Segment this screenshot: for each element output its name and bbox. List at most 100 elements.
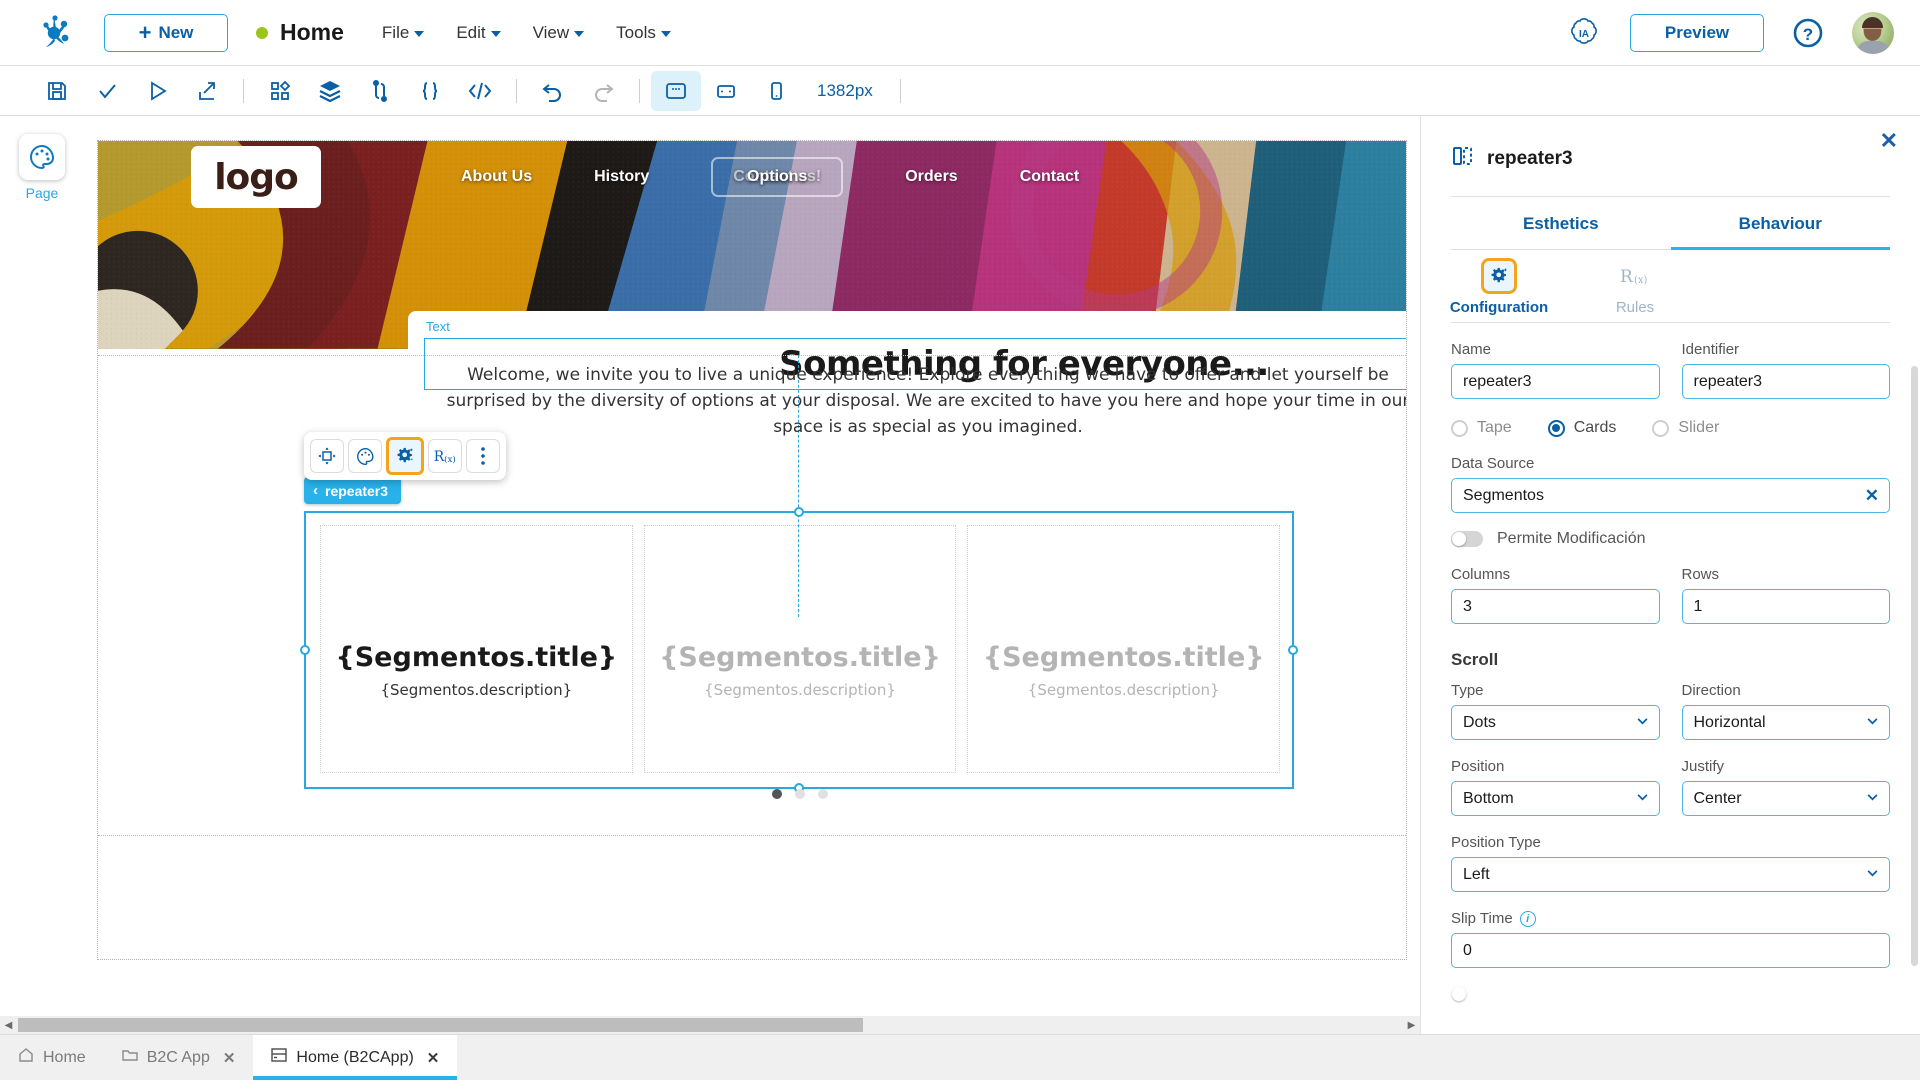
sidebar-item-page[interactable]: Page: [0, 134, 84, 201]
subtab-rules[interactable]: R (x) Rules: [1587, 258, 1683, 322]
radio-slider[interactable]: Slider: [1652, 419, 1719, 437]
code-icon[interactable]: [455, 71, 505, 111]
nav-link-about-us[interactable]: About Us: [461, 168, 532, 186]
panel-scrollbar[interactable]: [1911, 366, 1918, 966]
menu-tools[interactable]: Tools: [616, 23, 671, 43]
svg-text:(x): (x): [444, 454, 456, 465]
carousel-dot-2[interactable]: [795, 789, 805, 799]
type-select[interactable]: [1451, 705, 1660, 740]
menu-edit[interactable]: Edit: [456, 23, 501, 43]
nav-link-orders[interactable]: Orders: [905, 168, 957, 186]
repeater-breadcrumb-chip[interactable]: ‹ repeater3: [304, 477, 402, 504]
components-icon[interactable]: [255, 71, 305, 111]
nav-link-contact[interactable]: Contact: [1020, 168, 1080, 186]
scroll-thumb[interactable]: [18, 1018, 863, 1032]
subtab-configuration[interactable]: Configuration: [1450, 258, 1548, 322]
rows-input[interactable]: [1681, 589, 1890, 624]
preview-button[interactable]: Preview: [1630, 13, 1764, 52]
position-select-wrap: [1451, 781, 1660, 816]
nav-link-history[interactable]: History: [594, 168, 649, 186]
undo-icon[interactable]: [528, 71, 578, 111]
slip-time-input[interactable]: [1451, 933, 1890, 969]
tab-behaviour[interactable]: Behaviour: [1670, 197, 1890, 250]
zoom-value[interactable]: 1382px: [817, 81, 873, 101]
canvas-hscrollbar[interactable]: ◀ ▶: [0, 1016, 1420, 1034]
position-type-select[interactable]: [1451, 857, 1890, 892]
justify-select[interactable]: [1681, 781, 1890, 816]
menu-file[interactable]: File: [382, 23, 425, 43]
text-element-tag: Text: [426, 319, 450, 334]
name-input[interactable]: [1451, 364, 1660, 399]
export-icon[interactable]: [182, 71, 232, 111]
genexus-logo-icon[interactable]: [32, 10, 78, 56]
top-bar-right: IA Preview ?: [1566, 11, 1894, 54]
variables-icon[interactable]: [355, 71, 405, 111]
list-item[interactable]: {Segmentos.title} {Segmentos.description…: [320, 525, 633, 773]
list-item[interactable]: {Segmentos.title} {Segmentos.description…: [967, 525, 1281, 773]
toolbar-divider: [243, 78, 244, 103]
save-icon[interactable]: [32, 71, 82, 111]
direction-select-wrap: [1681, 705, 1890, 740]
move-icon[interactable]: [310, 439, 344, 473]
new-button[interactable]: + New: [104, 13, 228, 52]
resize-handle-top[interactable]: [794, 507, 804, 517]
columns-rows-row: Columns Rows: [1451, 566, 1890, 624]
more-options-icon[interactable]: [466, 439, 500, 473]
horizontal-guide: [98, 355, 1406, 356]
tablet-icon[interactable]: [701, 71, 751, 111]
design-canvas[interactable]: logo About Us History Contact us! Option…: [84, 116, 1420, 1020]
braces-icon[interactable]: [405, 71, 455, 111]
sidebar-item-page-label: Page: [25, 185, 59, 201]
panel-title-row: repeater3: [1421, 116, 1920, 174]
resize-handle-left[interactable]: [300, 645, 310, 655]
direction-select[interactable]: [1681, 705, 1890, 740]
question-circle-icon[interactable]: ?: [1792, 17, 1824, 49]
tab-home[interactable]: Home: [0, 1035, 104, 1080]
clear-data-source-icon[interactable]: ✕: [1865, 486, 1879, 506]
close-icon[interactable]: ✕: [223, 1049, 236, 1067]
tab-b2c-app[interactable]: B2C App ✕: [104, 1035, 254, 1080]
close-icon[interactable]: ✕: [1880, 130, 1898, 152]
close-icon[interactable]: ✕: [427, 1049, 440, 1067]
status-dot: [256, 26, 268, 39]
radio-cards[interactable]: Cards: [1547, 419, 1616, 437]
check-icon[interactable]: [82, 71, 132, 111]
list-item[interactable]: {Segmentos.title} {Segmentos.description…: [643, 525, 957, 773]
menu-view[interactable]: View: [533, 23, 585, 43]
carousel-dot-1[interactable]: [772, 789, 782, 799]
position-select[interactable]: [1451, 781, 1660, 816]
avatar[interactable]: [1852, 11, 1894, 54]
identifier-input[interactable]: [1681, 364, 1890, 399]
permite-modificacion-toggle[interactable]: [1451, 531, 1483, 547]
resize-handle-right[interactable]: [1288, 645, 1298, 655]
svg-text:R: R: [434, 449, 445, 465]
carousel-dot-3[interactable]: [818, 789, 828, 799]
site-logo[interactable]: logo: [191, 146, 321, 208]
columns-input[interactable]: [1451, 589, 1660, 624]
permite-modificacion-label: Permite Modificación: [1497, 530, 1646, 547]
run-icon[interactable]: [132, 71, 182, 111]
palette-icon[interactable]: [348, 439, 382, 473]
data-source-input[interactable]: [1451, 478, 1890, 513]
radio-slider-label: Slider: [1678, 419, 1720, 436]
redo-icon[interactable]: [578, 71, 628, 111]
rows-label: Rows: [1681, 566, 1720, 583]
radio-tape[interactable]: Tape: [1451, 419, 1512, 437]
rules-icon[interactable]: R (x): [428, 439, 462, 473]
desktop-icon[interactable]: [651, 70, 701, 111]
preview-button-label: Preview: [1664, 22, 1730, 42]
site-navbar: logo About Us History Contact us! Option…: [98, 141, 1406, 213]
ia-icon[interactable]: IA: [1566, 15, 1602, 51]
settings-gear-icon[interactable]: [386, 437, 424, 475]
scroll-right-arrow[interactable]: ▶: [1403, 1016, 1420, 1034]
position-type-group: Position Type: [1451, 834, 1890, 892]
info-icon[interactable]: i: [1519, 911, 1536, 928]
contact-us-button[interactable]: Contact us! Options: [711, 157, 844, 197]
page-title: Home: [280, 19, 344, 45]
layers-icon[interactable]: [305, 71, 355, 111]
tab-esthetics[interactable]: Esthetics: [1451, 197, 1671, 249]
intro-paragraph[interactable]: Welcome, we invite you to live a unique …: [428, 363, 1406, 440]
tab-home-b2capp[interactable]: Home (B2CApp) ✕: [253, 1035, 458, 1080]
scroll-left-arrow[interactable]: ◀: [0, 1016, 17, 1034]
mobile-icon[interactable]: [751, 71, 801, 111]
